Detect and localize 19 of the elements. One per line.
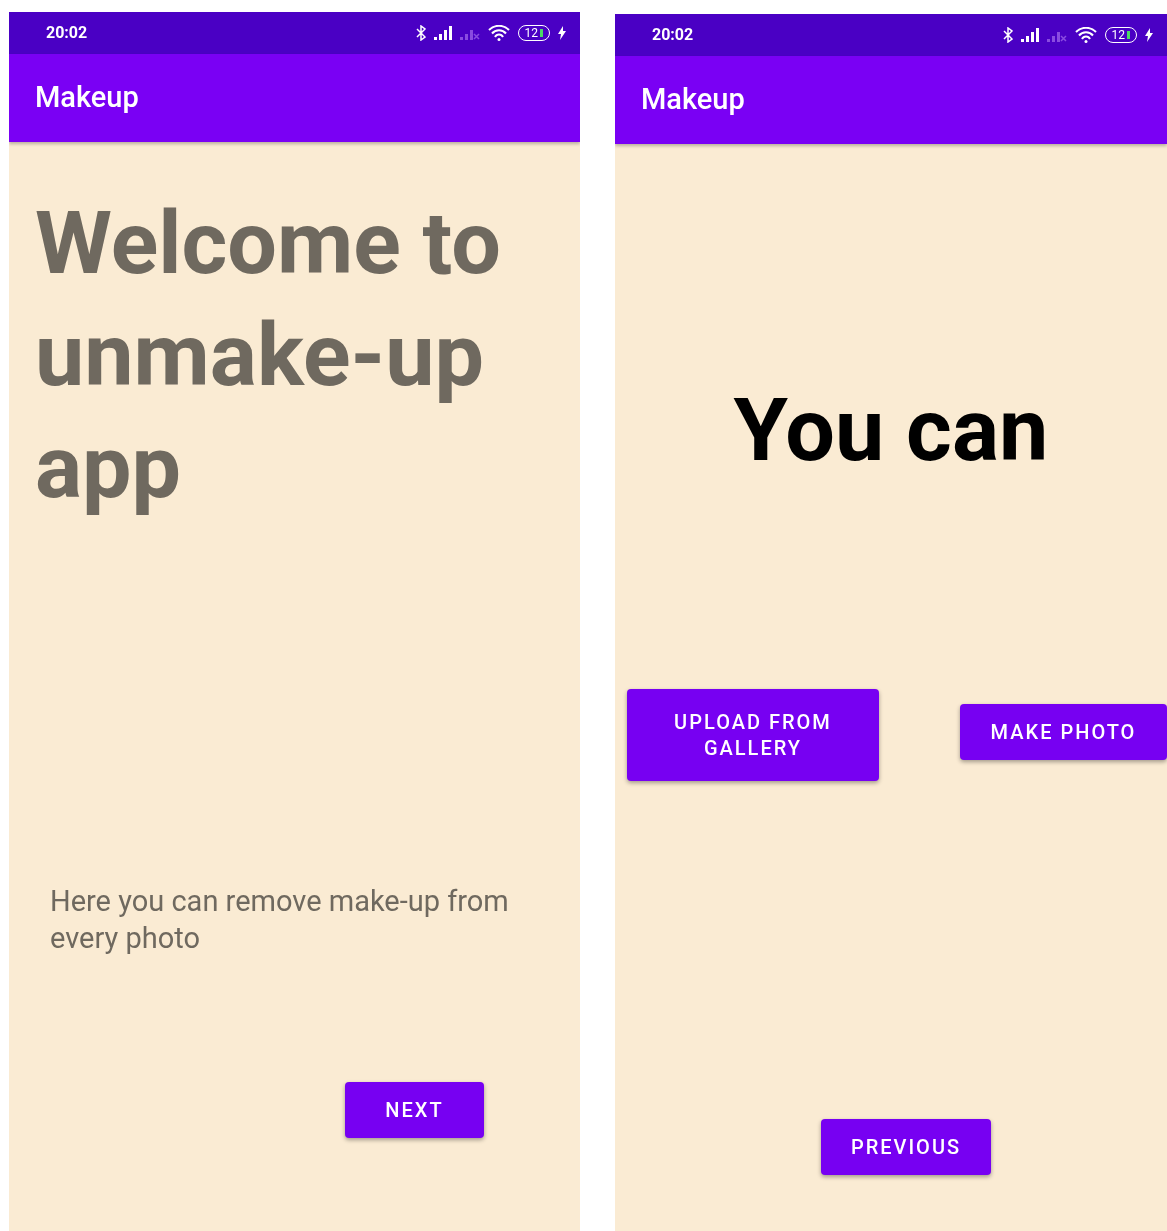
action-button[interactable]: NEXT (345, 1082, 484, 1138)
action-button[interactable]: PREVIOUS (821, 1119, 991, 1175)
status-time: 20:02 (652, 24, 694, 46)
signal-icon (433, 26, 452, 40)
welcome-heading: Welcome to unmake-up app (35, 190, 502, 520)
signal-icon (1020, 28, 1039, 42)
bluetooth-icon (415, 25, 426, 41)
app-title: Makeup (641, 81, 745, 119)
bluetooth-icon (1002, 27, 1013, 43)
wifi-icon (487, 25, 510, 41)
action-button[interactable]: UPLOAD FROM GALLERY (627, 689, 879, 781)
app-title: Makeup (35, 79, 139, 117)
description-text: Here you can remove make-up from every photo (50, 883, 510, 957)
wifi-icon (1074, 27, 1097, 43)
charging-icon (558, 26, 566, 40)
status-time: 20:02 (46, 22, 88, 44)
charging-icon (1145, 28, 1153, 42)
action-button[interactable]: MAKE PHOTO (960, 704, 1167, 760)
options-heading: You can (732, 377, 1050, 483)
